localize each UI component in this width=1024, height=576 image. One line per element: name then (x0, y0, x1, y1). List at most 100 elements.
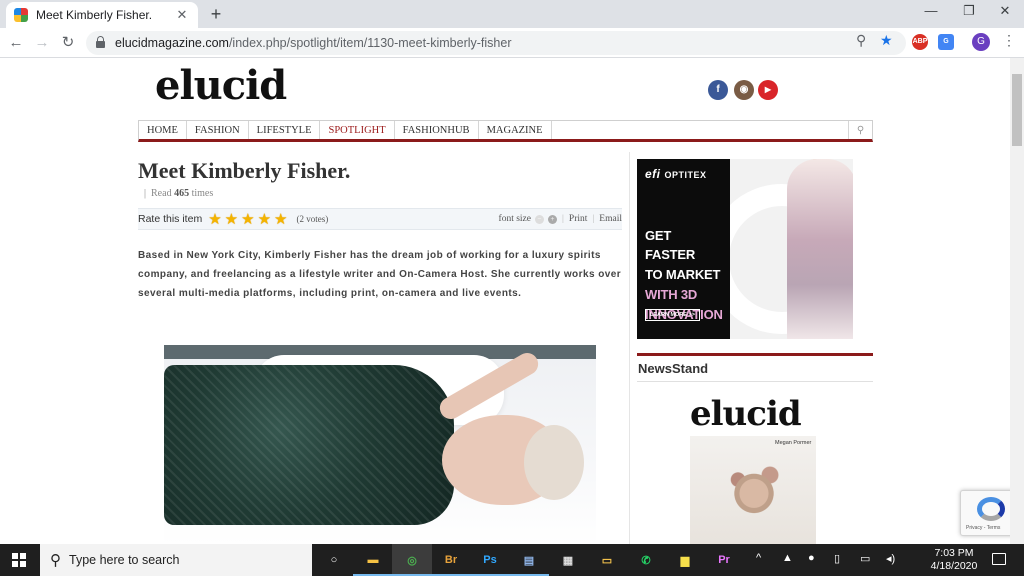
mcafee-tray-icon[interactable]: ● (808, 552, 815, 564)
nav-item-magazine[interactable]: MAGAZINE (479, 121, 552, 139)
tool-separator: | (592, 214, 595, 224)
newsstand-accent-rule (637, 353, 873, 356)
browser-tab[interactable]: Meet Kimberly Fisher. ✕ (6, 2, 198, 28)
usb-tray-icon[interactable]: ▯ (834, 552, 840, 565)
restore-window-icon[interactable]: ❐ (954, 3, 984, 19)
lock-icon (96, 36, 105, 48)
rating-star-icon[interactable]: ★ (225, 210, 238, 228)
article-photo (164, 345, 596, 544)
browser-menu-icon[interactable]: ⋮ (1002, 32, 1016, 49)
bridge-icon[interactable]: Br (439, 548, 463, 572)
taskbar-clock[interactable]: 7:03 PM 4/18/2020 (924, 547, 984, 573)
premiere-icon[interactable]: Pr (712, 548, 736, 572)
whatsapp-icon[interactable]: ✆ (634, 548, 658, 572)
close-window-icon[interactable]: ✕ (990, 3, 1020, 19)
forward-arrow-icon[interactable]: → (32, 33, 52, 53)
rating-stars: ★ ★ ★ ★ ★ (208, 210, 290, 228)
nav-item-fashion[interactable]: FASHION (187, 121, 249, 139)
nav-item-spotlight[interactable]: SPOTLIGHT (320, 121, 395, 139)
page-scrollbar[interactable] (1010, 58, 1024, 544)
ad-line: TO MARKET (645, 267, 721, 282)
file-explorer-icon[interactable]: ▬ (361, 548, 385, 572)
scrollbar-thumb[interactable] (1012, 74, 1022, 146)
magazine-cover-logo[interactable]: elucid (690, 394, 802, 434)
taskbar-search[interactable]: ⚲ Type here to search (40, 544, 312, 576)
windows-start-icon[interactable] (12, 553, 26, 567)
photo-hair (524, 425, 584, 500)
url-host: elucidmagazine.com (115, 36, 229, 50)
photo-dress (164, 365, 454, 525)
profile-avatar[interactable]: G (972, 33, 990, 51)
calculator-icon[interactable]: ▦ (556, 548, 580, 572)
instagram-icon[interactable]: ◉ (734, 80, 754, 100)
youtube-icon[interactable]: ▶ (758, 80, 778, 100)
rating-star-icon[interactable]: ★ (274, 210, 287, 228)
show-hidden-icons-icon[interactable]: ^ (756, 552, 761, 564)
optitex-ad-banner[interactable]: efi OPTITEX GET FASTER TO MARKET WITH 3D … (637, 159, 853, 339)
volume-tray-icon[interactable]: ◂) (886, 552, 895, 565)
print-link[interactable]: Print (569, 214, 587, 224)
ad-brand: efi OPTITEX (645, 167, 722, 181)
magazine-cover-name: Megan Pormer (775, 440, 812, 446)
efi-logo-icon: efi (645, 167, 661, 181)
ad-model-figure (787, 159, 853, 339)
facebook-icon[interactable]: f (708, 80, 728, 100)
hits-count: 465 (174, 188, 190, 199)
word-doc-icon[interactable]: ▤ (517, 548, 541, 572)
adblock-extension-icon[interactable]: ABP (912, 34, 928, 50)
ad-brand-name: OPTITEX (664, 170, 707, 180)
newsstand-heading: NewsStand (638, 361, 709, 376)
hits-suffix: times (191, 188, 214, 199)
email-link[interactable]: Email (599, 214, 622, 224)
font-decrease-icon[interactable]: − (535, 214, 544, 224)
bookmark-star-icon[interactable]: ★ (880, 32, 893, 49)
ad-text-panel: efi OPTITEX GET FASTER TO MARKET WITH 3D … (637, 159, 730, 339)
translate-extension-icon[interactable]: G (938, 34, 954, 50)
minimize-window-icon[interactable]: — (916, 3, 946, 18)
sidebar-divider (629, 152, 630, 544)
task-view-icon[interactable]: ○ (322, 548, 346, 572)
photoshop-icon[interactable]: Ps (478, 548, 502, 572)
zoom-icon[interactable]: ⚲ (856, 32, 866, 49)
battery-tray-icon[interactable]: ▭ (860, 552, 870, 565)
clock-time: 7:03 PM (934, 547, 974, 559)
vote-count: (2 votes) (296, 214, 329, 224)
page-viewport: elucid f ◉ ▶ HOME FASHION LIFESTYLE SPOT… (0, 58, 1024, 544)
new-tab-button[interactable]: + (206, 4, 226, 25)
chrome-icon[interactable]: ◎ (400, 548, 424, 572)
ad-learn-more-button[interactable]: LEARN MORE >> (645, 309, 700, 321)
windows-taskbar: ⚲ Type here to search ○ ▬ ◎ Br Ps ▤ ▦ ▭ ✆ ▆ Pr ^ ▲ ●… (0, 544, 1024, 576)
rate-label: Rate this item (138, 213, 203, 225)
address-bar[interactable]: elucidmagazine.com/index.php/spotlight/i… (86, 31, 906, 55)
article-body: Based in New York City, Kimberly Fisher … (138, 250, 622, 299)
rating-star-icon[interactable]: ★ (241, 210, 254, 228)
nav-item-lifestyle[interactable]: LIFESTYLE (249, 121, 321, 139)
rating-star-icon[interactable]: ★ (208, 210, 221, 228)
article-toolbar: Rate this item ★ ★ ★ ★ ★ (2 votes) font size… (138, 208, 622, 230)
article-tools: font size − + | Print | Email (499, 214, 622, 224)
file-manager-icon[interactable]: ▭ (595, 548, 619, 572)
article-hits: | Read 465 times (144, 188, 214, 199)
hits-prefix: Read (151, 188, 172, 199)
nav-search-icon[interactable]: ⚲ (848, 121, 872, 139)
search-icon: ⚲ (50, 552, 61, 569)
ad-line: GET FASTER (645, 228, 696, 262)
recaptcha-links[interactable]: Privacy - Terms (966, 525, 1000, 531)
recaptcha-icon (977, 497, 1005, 521)
font-increase-icon[interactable]: + (548, 214, 557, 224)
close-tab-icon[interactable]: ✕ (174, 7, 190, 23)
nav-item-home[interactable]: HOME (139, 121, 187, 139)
newsstand-divider (637, 381, 873, 382)
sticky-notes-icon[interactable]: ▆ (673, 548, 697, 572)
main-navigation: HOME FASHION LIFESTYLE SPOTLIGHT FASHION… (138, 120, 873, 142)
reload-icon[interactable]: ↻ (58, 33, 78, 53)
notification-center-icon[interactable] (992, 553, 1006, 565)
site-logo[interactable]: elucid (155, 62, 287, 109)
acrobat-tray-icon[interactable]: ▲ (782, 552, 793, 564)
nav-item-fashionhub[interactable]: FASHIONHUB (395, 121, 479, 139)
magazine-cover-figure (714, 452, 794, 544)
back-arrow-icon[interactable]: ← (6, 33, 26, 53)
clock-date: 4/18/2020 (930, 560, 978, 572)
font-size-label: font size (498, 214, 531, 224)
rating-star-icon[interactable]: ★ (258, 210, 271, 228)
